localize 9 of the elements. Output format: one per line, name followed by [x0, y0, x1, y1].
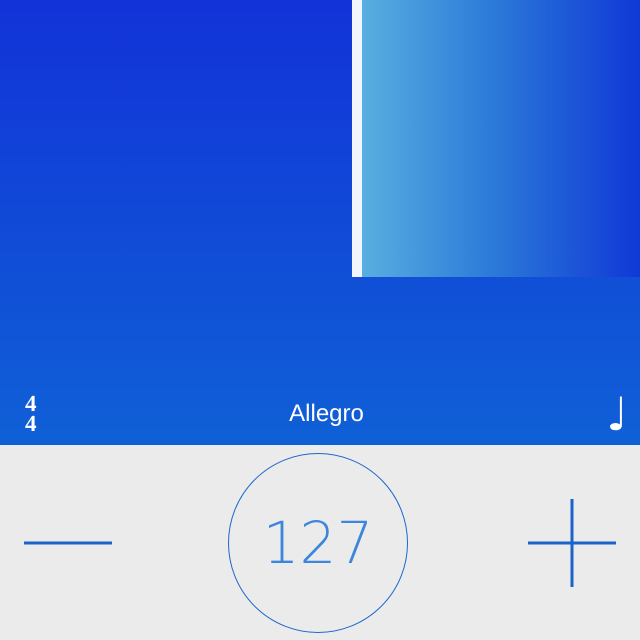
plus-icon — [528, 498, 616, 586]
time-signature-top[interactable]: 4 — [25, 394, 105, 414]
tempo-name: Allegro — [289, 400, 364, 428]
tempo-dial[interactable]: 127 — [228, 452, 408, 632]
minus-icon — [24, 540, 112, 546]
decrease-button[interactable] — [24, 540, 112, 546]
increase-button[interactable] — [528, 498, 616, 586]
note-value[interactable]: ♩ — [606, 391, 628, 437]
time-signature-bottom[interactable]: 4 — [25, 414, 105, 434]
